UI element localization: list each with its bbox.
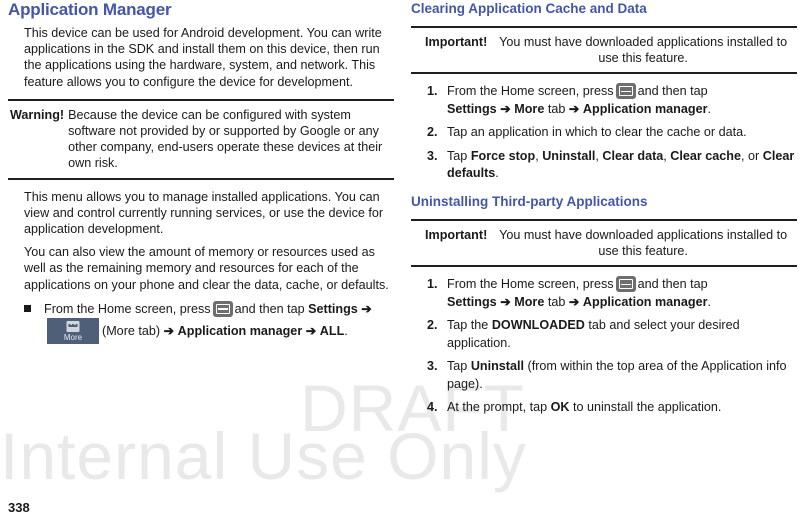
list-item: From the Home screen, press and then tap … <box>411 276 797 311</box>
uninstall-label: Uninstall <box>542 148 596 163</box>
period-1: . <box>344 324 348 339</box>
list-item: From the Home screen, press and then tap … <box>8 300 394 345</box>
section-title-uninstalling: Uninstalling Third-party Applications <box>411 193 648 209</box>
clear-data-label: Clear data <box>602 148 664 163</box>
tab-word: tab <box>547 101 566 116</box>
menu-key-icon[interactable] <box>212 300 233 317</box>
arrow-glyph-1: ➔ <box>500 101 511 116</box>
menu-key-icon[interactable] <box>615 83 636 100</box>
more-tab-paren: (More tab) <box>102 324 161 339</box>
force-stop-label: Force stop <box>470 148 536 163</box>
step-text: Tap an application in which to clear the… <box>447 125 747 140</box>
intro-paragraph: This device can be used for Android deve… <box>24 26 382 89</box>
important-note-1: Important! You must have downloaded appl… <box>411 26 797 75</box>
right-column: Clearing Application Cache and Data Impo… <box>411 0 797 423</box>
left-bullet-list: From the Home screen, press and then tap … <box>8 300 394 345</box>
clear-cache-label: Clear cache <box>670 148 742 163</box>
arrow-glyph-2: ➔ <box>163 324 175 339</box>
period: . <box>707 101 711 116</box>
list-item: Tap Uninstall (from within the top area … <box>411 358 797 393</box>
application-manager-label: Application manager <box>582 101 708 116</box>
left-column: Application Manager This device can be u… <box>8 0 394 350</box>
step-suffix: to uninstall the application. <box>569 400 722 415</box>
important-label-1: Important! <box>425 35 488 49</box>
step-prefix: At the prompt, tap <box>447 400 551 415</box>
settings-label: Settings <box>308 301 358 316</box>
or-word: , or <box>741 148 763 163</box>
steps-list-uninstalling: From the Home screen, press and then tap … <box>411 276 797 417</box>
important-text-1: You must have downloaded applications in… <box>499 35 788 66</box>
list-item: Tap an application in which to clear the… <box>411 124 797 142</box>
arrow-glyph-2: ➔ <box>568 101 580 116</box>
uninstall-label: Uninstall <box>470 359 524 374</box>
step-post-icon-text: and then tap <box>637 277 708 292</box>
application-manager-label: Application manager <box>582 294 708 309</box>
important-text-2: You must have downloaded applications in… <box>499 227 788 259</box>
step-post-icon-text: and then tap <box>637 84 708 99</box>
arrow-glyph-2: ➔ <box>568 294 580 309</box>
important-label-2: Important! <box>425 227 488 242</box>
warning-text: Because the device can be configured wit… <box>68 107 383 171</box>
more-label: More <box>514 101 545 116</box>
all-tab-label: ALL <box>319 324 345 339</box>
more-label: More <box>514 294 545 309</box>
settings-label: Settings <box>447 294 497 309</box>
arrow-glyph-1: ➔ <box>500 294 511 309</box>
ok-button-label: OK <box>550 400 570 415</box>
downloaded-tab-label: DOWNLOADED <box>491 318 585 333</box>
arrow-glyph-1: ➔ <box>361 301 372 316</box>
step-pre-icon-text: From the Home screen, press <box>44 301 211 316</box>
list-item: Tap Force stop, Uninstall, Clear data, C… <box>427 148 795 181</box>
warning-label: Warning! <box>10 107 65 122</box>
settings-label: Settings <box>447 101 497 116</box>
list-item: From the Home screen, press and then tap … <box>411 83 797 118</box>
step-prefix: Tap <box>447 148 471 163</box>
period: . <box>707 294 711 309</box>
more-dots-icon <box>66 321 80 333</box>
application-manager-label: Application manager <box>177 324 303 339</box>
page-number: 338 <box>8 500 30 515</box>
step-post-icon-text: and then tap <box>234 301 305 316</box>
steps-list-clearing-cache: From the Home screen, press and then tap … <box>411 83 797 183</box>
period: . <box>495 166 499 181</box>
list-item: At the prompt, tap OK to uninstall the a… <box>411 399 797 417</box>
section-title-clearing-cache: Clearing Application Cache and Data <box>411 1 647 16</box>
bullet-square-icon <box>24 304 31 312</box>
manual-page: Application Manager This device can be u… <box>0 0 805 526</box>
tab-word: tab <box>547 294 566 309</box>
paragraph-2: This menu allows you to manage installed… <box>24 189 384 237</box>
page-title: Application Manager <box>8 0 172 19</box>
list-item: Tap the DOWNLOADED tab and select your d… <box>411 317 797 352</box>
warning-note: Warning! Because the device can be confi… <box>8 98 394 180</box>
menu-key-icon[interactable] <box>615 276 636 293</box>
step-prefix: Tap the <box>447 318 492 333</box>
more-tab-icon-label: More <box>63 333 83 343</box>
more-tab-icon[interactable]: More <box>47 318 99 345</box>
arrow-glyph-3: ➔ <box>305 324 317 339</box>
step-pre-icon-text: From the Home screen, press <box>447 84 614 99</box>
important-note-2: Important! You must have downloaded appl… <box>411 218 797 268</box>
step-prefix: Tap <box>447 359 471 374</box>
paragraph-3: You can also view the amount of memory o… <box>24 245 389 292</box>
step-pre-icon-text: From the Home screen, press <box>447 277 614 292</box>
